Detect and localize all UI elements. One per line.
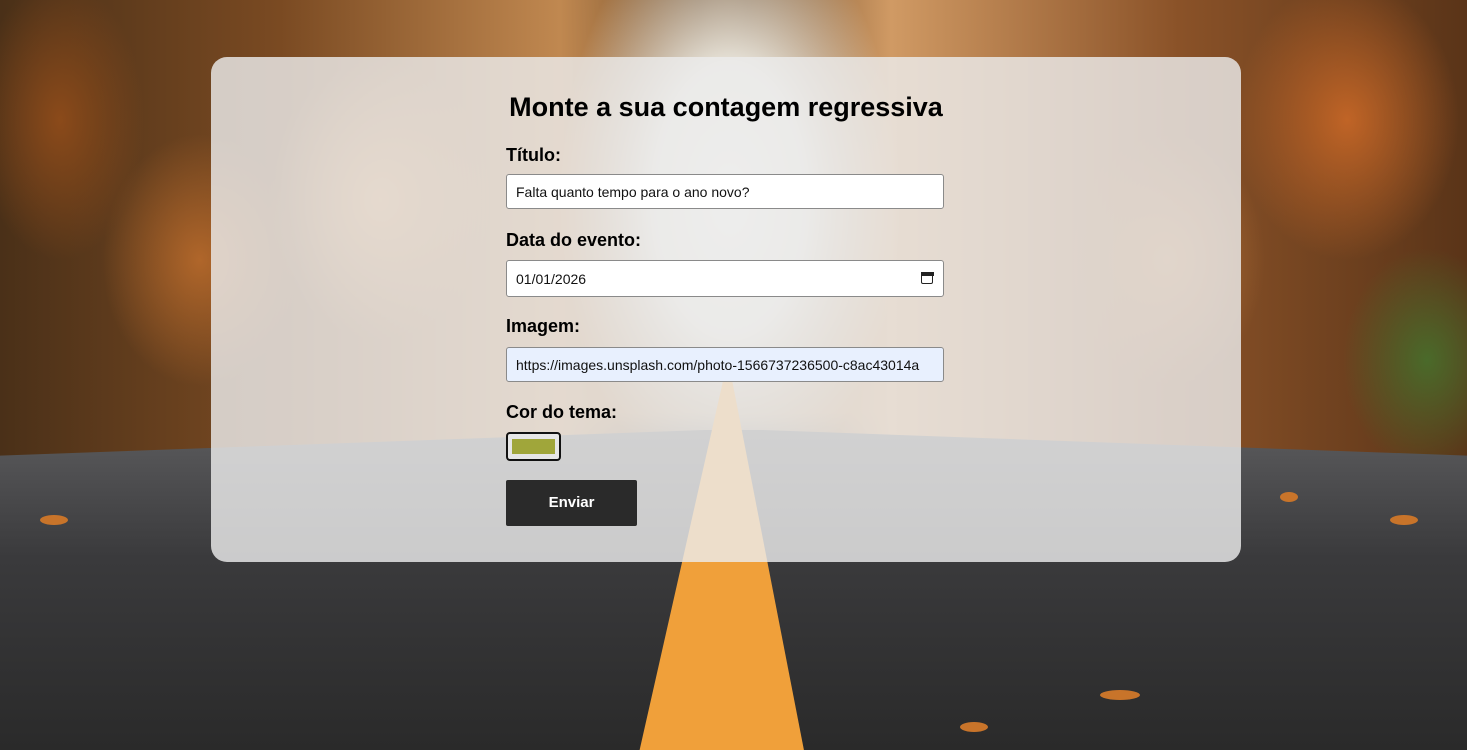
theme-color-fill [512,439,555,454]
theme-color-picker[interactable] [506,432,561,461]
date-input[interactable]: 01/01/2026 [506,260,944,297]
date-label: Data do evento: [506,230,642,250]
title-label: Título: [506,145,561,165]
leaf [1280,492,1298,502]
image-label: Imagem: [506,316,581,336]
image-url-input[interactable]: https://images.unsplash.com/photo-156673… [506,347,944,382]
leaf [960,722,988,732]
leaf [1390,515,1418,525]
theme-color-label: Cor do tema: [506,402,618,422]
submit-button[interactable]: Enviar [506,480,637,526]
leaf [40,515,68,525]
form-card [211,57,1241,562]
page-title: Monte a sua contagem regressiva [509,92,943,122]
title-input[interactable]: Falta quanto tempo para o ano novo? [506,174,944,209]
date-value: 01/01/2026 [516,271,587,287]
calendar-icon[interactable] [920,271,934,284]
leaf [1100,690,1140,700]
